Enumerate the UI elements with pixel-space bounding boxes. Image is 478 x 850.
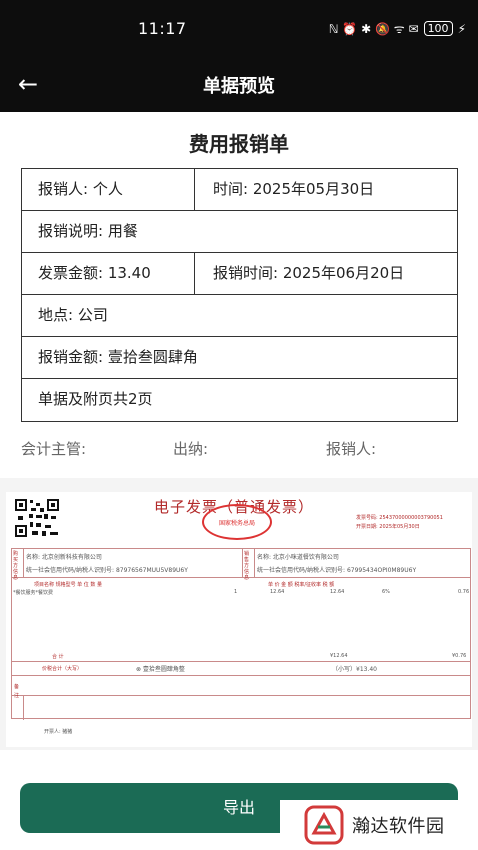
accounting-supervisor-label: 会计主管: (21, 440, 87, 458)
grand-total-words: ⊗ 壹拾叁圆肆角整 (136, 666, 185, 673)
battery-icon: 100 (423, 21, 453, 36)
total-label: 合 计 (52, 654, 64, 660)
invoice-issuer: 开票人: 猪猪 (44, 729, 73, 735)
status-time: 11:17 (138, 19, 187, 38)
invoice-number: 发票号码: 25437000000003790051 (356, 515, 443, 521)
form-row: 发票金额: 13.40 报销时间: 2025年06月20日 (22, 253, 457, 295)
item-quantity: 1 (234, 589, 238, 595)
form-row: 地点: 公司 (22, 295, 457, 337)
qr-code-icon (14, 498, 60, 538)
expense-form-table: 报销人: 个人 时间: 2025年05月30日 报销说明: 用餐 发票金额: 1… (21, 168, 458, 422)
invoice-image[interactable]: 电子发票（普通发票） 国家税务总局 发票号码: 2543700000000379… (6, 492, 472, 747)
grand-total-label: 价税合计（大写） (42, 666, 83, 672)
cashier-label: 出纳: (173, 440, 209, 458)
form-row: 报销人: 个人 时间: 2025年05月30日 (22, 169, 457, 211)
reimburse-date-cell: 报销时间: 2025年06月20日 (213, 264, 405, 282)
buyer-section-label: 购买方信息 (13, 551, 19, 581)
tax-seal-icon: 国家税务总局 (202, 504, 272, 540)
amount-column-headers: 单 价 金 额 税率/征收率 税 额 (268, 582, 335, 588)
claimant-cell: 报销人: 个人 (22, 169, 195, 210)
seal-text: 国家税务总局 (218, 520, 255, 527)
invoice-amount-cell: 发票金额: 13.40 (22, 253, 195, 294)
item-tax: 0.76 (458, 589, 470, 595)
attachments-cell: 单据及附页共2页 (38, 390, 153, 408)
item-column-headers: 项目名称 规格型号 单 位 数 量 (34, 582, 102, 588)
date-cell: 时间: 2025年05月30日 (213, 180, 375, 198)
page-title: 单据预览 (203, 76, 275, 97)
charging-icon: ⚡ (457, 21, 466, 36)
invoice-preview-area: 电子发票（普通发票） 国家税务总局 发票号码: 2543700000000379… (0, 478, 478, 750)
claimant-signature-label: 报销人: (326, 440, 377, 458)
buyer-name: 名称: 北京创新科技有限公司 (26, 554, 102, 561)
item-tax-rate: 6% (382, 589, 390, 595)
watermark: 瀚达软件园 (280, 800, 478, 850)
watermark-logo-icon (304, 805, 344, 845)
description-cell: 报销说明: 用餐 (38, 222, 138, 240)
grand-total-small: （小写）¥13.40 (332, 666, 377, 673)
reimburse-amount-cell: 报销金额: 壹拾叁圆肆角 (38, 348, 198, 366)
seller-section-label: 销售方信息 (244, 551, 250, 581)
form-row: 报销说明: 用餐 (22, 211, 457, 253)
item-amount: 12.64 (330, 589, 345, 595)
total-amount: ¥12.64 (330, 653, 348, 659)
form-row: 报销金额: 壹拾叁圆肆角 (22, 337, 457, 379)
remark-label: 备注 (14, 684, 20, 699)
invoice-body: 购买方信息 名称: 北京创新科技有限公司 统一社会信用代码/纳税人识别号: 87… (11, 548, 471, 720)
watermark-text: 瀚达软件园 (352, 816, 445, 837)
invoice-date: 开票日期: 2025年05月30日 (356, 524, 420, 530)
seller-tax-id: 统一社会信用代码/纳税人识别号: 67995434OPI0M89U6Y (257, 567, 417, 574)
status-indicator-icons: ℕ ⏰ ✱ 🔕 ᯤ ✉ (328, 22, 419, 36)
total-tax: ¥0.76 (452, 653, 467, 659)
seller-name: 名称: 北京小咪道餐饮有限公司 (257, 554, 339, 561)
buyer-tax-id: 统一社会信用代码/纳税人识别号: 87976567MUU5V89U6Y (26, 567, 188, 574)
form-title: 费用报销单 (189, 132, 289, 156)
item-name: *餐饮服务*餐饮费 (13, 590, 54, 596)
form-row: 单据及附页共2页 (22, 379, 457, 421)
location-cell: 地点: 公司 (38, 306, 108, 324)
item-unit-price: 12.64 (270, 589, 285, 595)
status-icons: ℕ ⏰ ✱ 🔕 ᯤ ✉ 100 ⚡ (329, 20, 466, 37)
status-bar: 11:17 ℕ ⏰ ✱ 🔕 ᯤ ✉ 100 ⚡ (0, 0, 478, 58)
nav-bar: ← 单据预览 (0, 58, 478, 112)
